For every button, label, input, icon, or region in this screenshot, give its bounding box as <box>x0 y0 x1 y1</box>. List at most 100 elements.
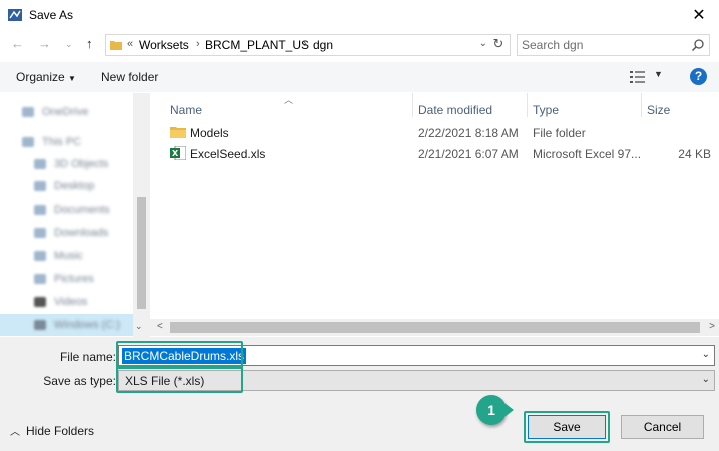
scroll-down-icon[interactable]: ⌄ <box>135 321 143 332</box>
new-folder-button[interactable]: New folder <box>101 70 158 84</box>
sidebar-item-documents[interactable]: Documents <box>0 199 133 221</box>
filename-label: File name: <box>59 350 116 364</box>
address-dropdown-icon[interactable]: ⌄ <box>479 38 487 49</box>
file-type: Microsoft Excel 97... <box>533 147 642 161</box>
sidebar-item-label: Downloads <box>54 227 109 239</box>
sidebar-item-label: Windows (C:) <box>54 319 121 331</box>
sidebar-item-this-pc[interactable]: This PC <box>0 131 133 153</box>
sidebar-item-label: Desktop <box>54 180 95 192</box>
file-name: Models <box>190 126 229 140</box>
overflow-chevron-icon[interactable]: « <box>127 38 133 50</box>
sidebar-item-label: 3D Objects <box>54 158 109 170</box>
folder-icon <box>110 41 122 50</box>
organize-button[interactable]: Organize ▼ <box>16 70 76 84</box>
dropdown-caret-icon: ▼ <box>68 74 76 83</box>
title-bar: Save As ✕ <box>0 0 719 30</box>
search-icon[interactable] <box>691 38 705 52</box>
column-header-type[interactable]: Type <box>533 103 559 117</box>
savetype-value: XLS File (*.xls) <box>125 374 205 388</box>
breadcrumb-separator-icon: › <box>303 38 307 50</box>
computer-icon <box>22 137 34 147</box>
hide-folders-button[interactable]: ︿ Hide Folders <box>10 423 94 438</box>
cloud-icon <box>22 107 34 117</box>
filename-input-value[interactable]: BRCMCableDrums.xls <box>122 348 247 364</box>
sidebar-scrollbar-thumb[interactable] <box>137 197 146 309</box>
folder-icon <box>170 127 186 138</box>
excel-file-icon: X <box>170 146 186 160</box>
scroll-right-icon[interactable]: > <box>709 321 715 332</box>
window-title: Save As <box>29 8 74 22</box>
sidebar-item-label: Videos <box>54 296 88 308</box>
svg-text:X: X <box>172 149 179 158</box>
sidebar-item-desktop[interactable]: Desktop <box>0 175 133 197</box>
video-icon <box>34 297 46 307</box>
help-icon[interactable]: ? <box>690 68 707 85</box>
column-header-size[interactable]: Size <box>647 103 670 117</box>
step-badge-pointer <box>505 403 514 417</box>
sidebar-item-onedrive[interactable]: OneDrive <box>0 101 133 123</box>
chevron-up-icon: ︿ <box>10 427 20 438</box>
breadcrumb-brcm-plant-us[interactable]: BRCM_PLANT_US <box>205 38 309 52</box>
picture-icon <box>34 274 46 284</box>
file-list: ︿ Name Date modified Type Size Models 2/… <box>150 93 719 323</box>
filename-field[interactable]: BRCMCableDrums.xls ⌄ <box>118 345 715 366</box>
sidebar-item-label: This PC <box>42 136 82 148</box>
sidebar-item-label: OneDrive <box>42 106 89 118</box>
document-icon <box>34 205 46 215</box>
file-type: File folder <box>533 126 586 140</box>
back-arrow-icon[interactable]: ← <box>11 36 24 51</box>
music-icon <box>34 251 46 261</box>
search-box[interactable] <box>517 34 710 56</box>
sidebar-item-label: Documents <box>54 204 110 216</box>
download-icon <box>34 228 46 238</box>
file-row-excelseed[interactable]: X ExcelSeed.xls 2/21/2021 6:07 AM Micros… <box>164 144 719 164</box>
column-header-date-modified[interactable]: Date modified <box>418 103 492 117</box>
column-header-name[interactable]: Name <box>170 103 202 117</box>
savetype-label: Save as type: <box>43 374 116 388</box>
horizontal-scrollbar[interactable]: < > <box>150 319 719 336</box>
sidebar-item-music[interactable]: Music <box>0 245 133 267</box>
breadcrumb-worksets[interactable]: Worksets <box>139 38 189 52</box>
cancel-button[interactable]: Cancel <box>621 415 704 439</box>
forward-arrow-icon[interactable]: → <box>38 36 51 51</box>
horizontal-scrollbar-thumb[interactable] <box>170 322 700 333</box>
view-options-dropdown-icon[interactable]: ▼ <box>654 69 663 79</box>
command-bar: Organize ▼ New folder ▼ ? <box>0 62 719 92</box>
savetype-select[interactable]: XLS File (*.xls) ⌄ <box>118 370 715 391</box>
search-input[interactable] <box>522 37 682 53</box>
sidebar-item-downloads[interactable]: Downloads <box>0 222 133 244</box>
refresh-icon[interactable]: ↻ <box>489 36 507 54</box>
drive-icon <box>34 320 46 330</box>
sort-ascending-icon: ︿ <box>284 95 294 105</box>
step-badge: 1 <box>476 395 506 425</box>
sidebar-item-3d-objects[interactable]: 3D Objects <box>0 153 133 175</box>
organize-label: Organize <box>16 70 65 84</box>
app-icon <box>8 9 22 21</box>
sidebar-item-label: Music <box>54 250 83 262</box>
column-divider[interactable] <box>527 93 528 117</box>
sidebar-item-windows-c[interactable]: Windows (C:) <box>0 314 133 336</box>
sidebar-item-videos[interactable]: Videos <box>0 291 133 313</box>
sidebar-item-pictures[interactable]: Pictures <box>0 268 133 290</box>
filename-dropdown-icon[interactable]: ⌄ <box>702 349 710 360</box>
scroll-left-icon[interactable]: < <box>157 321 163 332</box>
sidebar-item-label: Pictures <box>54 273 94 285</box>
recent-locations-chevron-icon[interactable]: ⌄ <box>65 39 73 50</box>
column-divider[interactable] <box>641 93 642 117</box>
file-date: 2/22/2021 8:18 AM <box>418 126 519 140</box>
file-name: ExcelSeed.xls <box>190 147 266 161</box>
up-arrow-icon[interactable]: ↑ <box>86 36 93 51</box>
file-row-models[interactable]: Models 2/22/2021 8:18 AM File folder <box>164 123 719 143</box>
change-view-icon[interactable] <box>630 70 646 84</box>
breadcrumb-separator-icon: › <box>196 38 200 50</box>
close-icon[interactable]: ✕ <box>679 0 719 30</box>
save-button[interactable]: Save <box>528 415 606 439</box>
savetype-dropdown-icon[interactable]: ⌄ <box>702 374 710 385</box>
breadcrumb-dgn[interactable]: dgn <box>313 38 333 52</box>
column-divider[interactable] <box>412 93 413 117</box>
desktop-icon <box>34 181 46 191</box>
file-date: 2/21/2021 6:07 AM <box>418 147 519 161</box>
hide-folders-label: Hide Folders <box>26 424 95 438</box>
save-options-pane: File name: BRCMCableDrums.xls ⌄ Save as … <box>0 337 719 451</box>
address-bar[interactable]: « Worksets › BRCM_PLANT_US › dgn ⌄ ↻ <box>105 34 511 56</box>
